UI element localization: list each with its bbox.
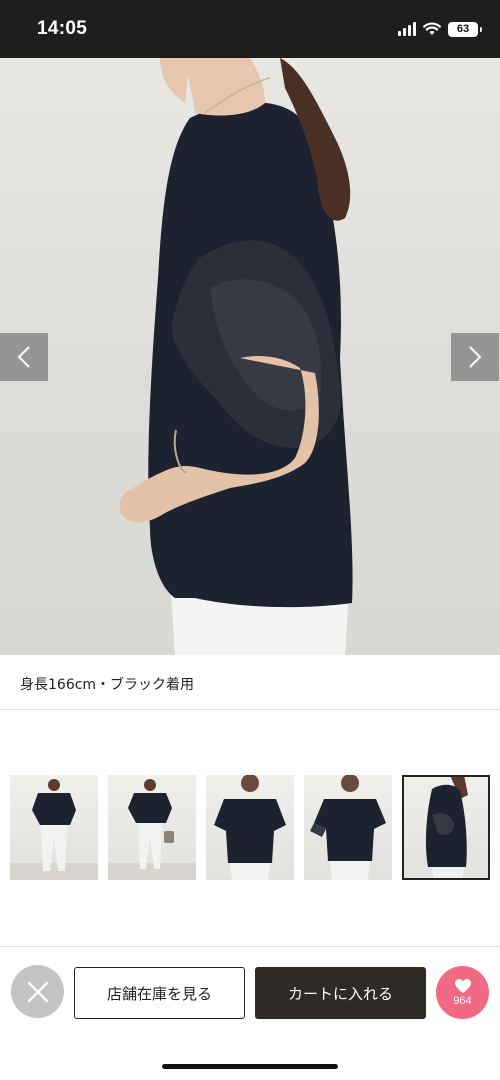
thumbnail-3[interactable] (206, 775, 294, 880)
thumbnail-image (425, 775, 468, 880)
product-main-image[interactable] (0, 58, 500, 655)
favorite-button[interactable]: 964 (436, 966, 489, 1019)
divider (0, 709, 500, 710)
thumbnail-image (10, 779, 98, 880)
store-stock-button[interactable]: 店舗在庫を見る (74, 967, 245, 1019)
wifi-icon (423, 22, 441, 35)
thumbnail-4[interactable] (304, 775, 392, 880)
thumbnail-5[interactable] (402, 775, 490, 880)
signal-icon (398, 22, 416, 36)
close-button[interactable] (11, 965, 64, 1018)
chevron-right-icon (469, 346, 482, 368)
thumbnail-1[interactable] (10, 775, 98, 880)
thumbnail-2[interactable] (108, 775, 196, 880)
image-caption: 身長166cm・ブラック着用 (20, 677, 195, 693)
thumbnail-image (108, 779, 196, 880)
favorite-count: 964 (453, 995, 472, 1007)
thumbnail-image (310, 775, 386, 880)
home-indicator[interactable] (162, 1064, 338, 1069)
status-icons: 63 (398, 21, 482, 37)
divider (0, 946, 500, 947)
thumbnail-image (214, 775, 286, 880)
close-icon (27, 981, 48, 1002)
status-bar: 14:05 63 (0, 0, 500, 58)
thumbnail-strip (10, 775, 490, 880)
prev-image-button[interactable] (0, 333, 48, 381)
add-to-cart-button[interactable]: カートに入れる (255, 967, 426, 1019)
heart-icon (454, 979, 471, 993)
chevron-left-icon (17, 346, 30, 368)
status-time: 14:05 (37, 18, 88, 39)
next-image-button[interactable] (451, 333, 499, 381)
battery-icon: 63 (448, 21, 482, 37)
product-photo (119, 58, 353, 655)
